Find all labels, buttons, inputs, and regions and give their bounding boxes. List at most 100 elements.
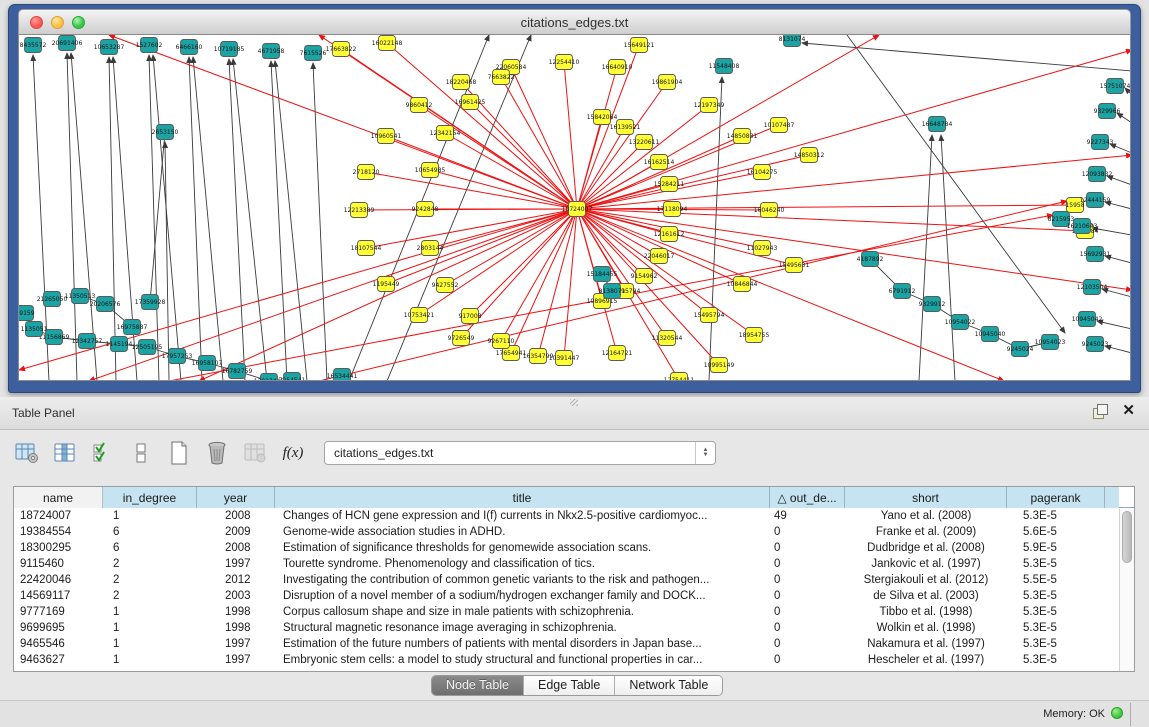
table-cell[interactable]: Nakamura et al. (1997) xyxy=(845,636,1007,652)
table-cell[interactable]: 0 xyxy=(770,540,845,556)
table-cell[interactable]: 0 xyxy=(770,620,845,636)
table-cell[interactable]: 9463627 xyxy=(14,652,103,668)
table-cell[interactable]: Franke et al. (2009) xyxy=(845,524,1007,540)
network-node[interactable]: 17957253 xyxy=(162,349,193,364)
network-canvas[interactable]: 1872400716046240110279431084684415495794… xyxy=(18,35,1131,381)
network-node[interactable]: 12197349 xyxy=(694,98,725,113)
network-node[interactable]: 12254410 xyxy=(549,55,580,70)
table-cell[interactable]: Wolkin et al. (1998) xyxy=(845,620,1007,636)
table-cell[interactable]: 9699695 xyxy=(14,620,103,636)
table-row[interactable]: 1830029562008Estimation of significance … xyxy=(14,540,1134,556)
table-chooser-dropdown[interactable]: citations_edges.txt ▲▼ xyxy=(324,441,716,465)
network-node[interactable]: 21265050 xyxy=(37,292,68,307)
network-node[interactable]: 1195449 xyxy=(373,277,400,292)
tab-edge-table[interactable]: Edge Table xyxy=(524,676,615,695)
network-node[interactable]: 1527602 xyxy=(136,38,163,53)
table-cell[interactable]: Changes of HCN gene expression and I(f) … xyxy=(275,508,770,524)
network-node[interactable]: 10654985 xyxy=(415,163,446,178)
table-cell[interactable]: 22420046 xyxy=(14,572,103,588)
table-cell[interactable]: 5.9E-5 xyxy=(1007,540,1105,556)
table-cell[interactable]: de Silva et al. (2003) xyxy=(845,588,1007,604)
float-panel-icon[interactable] xyxy=(1093,404,1108,418)
table-cell[interactable]: 6 xyxy=(103,524,197,540)
network-node[interactable]: 16640910 xyxy=(602,60,633,75)
network-node[interactable]: 17663822 xyxy=(326,42,357,57)
table-row[interactable]: 1872400712008Changes of HCN gene express… xyxy=(14,508,1134,524)
network-node[interactable]: 12093832 xyxy=(1082,167,1113,182)
table-row[interactable]: 969969511998Structural magnetic resonanc… xyxy=(14,620,1134,636)
table-cell[interactable]: 2008 xyxy=(197,540,275,556)
close-panel-icon[interactable]: ✕ xyxy=(1122,404,1135,418)
select-all-rows-button[interactable] xyxy=(90,440,116,466)
table-cell[interactable]: 2008 xyxy=(197,508,275,524)
table-cell[interactable]: Tourette syndrome. Phenomenology and cla… xyxy=(275,556,770,572)
network-node[interactable]: 8131074 xyxy=(779,35,806,47)
table-cell[interactable]: 0 xyxy=(770,636,845,652)
table-cell[interactable]: 0 xyxy=(770,556,845,572)
network-node[interactable]: 6791912 xyxy=(889,284,916,299)
network-node[interactable]: 19861904 xyxy=(652,75,683,90)
table-cell[interactable]: Genome-wide association studies in ADHD. xyxy=(275,524,770,540)
table-cell[interactable]: Tibbo et al. (1998) xyxy=(845,604,1007,620)
table-cell[interactable]: Structural magnetic resonance image aver… xyxy=(275,620,770,636)
close-window-button[interactable] xyxy=(30,16,43,29)
row-height-button[interactable] xyxy=(128,440,154,466)
minimize-window-button[interactable] xyxy=(51,16,64,29)
network-node[interactable]: 14850312 xyxy=(794,148,825,163)
network-node[interactable]: 9245023 xyxy=(1082,337,1109,352)
network-node[interactable]: 7254541 xyxy=(279,373,306,382)
network-node[interactable]: 9242848 xyxy=(412,202,439,217)
network-node[interactable]: 12103504 xyxy=(1077,280,1108,295)
table-cell[interactable]: 19384554 xyxy=(14,524,103,540)
table-cell[interactable]: Stergiakouli et al. (2012) xyxy=(845,572,1007,588)
function-builder-button[interactable]: f(x) xyxy=(280,440,306,466)
table-cell[interactable]: Embryonic stem cells: a model to study s… xyxy=(275,652,770,668)
table-cell[interactable]: 1997 xyxy=(197,556,275,572)
network-node[interactable]: 9329966 xyxy=(1094,104,1121,119)
table-row[interactable]: 946554611997Estimation of the future num… xyxy=(14,636,1134,652)
network-node[interactable]: 16648784 xyxy=(922,117,953,132)
network-node[interactable]: 10107487 xyxy=(764,118,795,133)
network-node[interactable]: 12213389 xyxy=(344,203,375,218)
network-node[interactable]: 15692931 xyxy=(1080,247,1111,262)
panel-resize-grip[interactable] xyxy=(570,399,578,406)
network-node[interactable]: 2653150 xyxy=(152,125,179,140)
network-node[interactable]: 8435572 xyxy=(20,38,47,53)
scrollbar-thumb[interactable] xyxy=(1122,511,1132,563)
network-node[interactable]: 17118094 xyxy=(657,202,688,217)
network-node[interactable]: 917008 xyxy=(459,309,482,324)
column-header-pagerank[interactable]: pagerank xyxy=(1007,487,1105,508)
table-row[interactable]: 911546021997Tourette syndrome. Phenomeno… xyxy=(14,556,1134,572)
tab-network-table[interactable]: Network Table xyxy=(615,676,722,695)
zoom-window-button[interactable] xyxy=(72,16,85,29)
network-node[interactable]: 10945042 xyxy=(1072,312,1103,327)
table-cell[interactable]: Disruption of a novel member of a sodium… xyxy=(275,588,770,604)
network-node[interactable]: 39159 xyxy=(19,306,35,321)
network-node[interactable]: 15649121 xyxy=(624,38,655,53)
table-cell[interactable]: 2 xyxy=(103,556,197,572)
network-node[interactable]: 18107544 xyxy=(351,241,382,256)
table-cell[interactable]: 5.3E-5 xyxy=(1007,652,1105,668)
table-cell[interactable]: 9777169 xyxy=(14,604,103,620)
network-node[interactable]: 16162514 xyxy=(644,155,675,170)
network-node[interactable]: 15842064 xyxy=(587,110,618,125)
table-cell[interactable]: 5.6E-5 xyxy=(1007,524,1105,540)
table-cell[interactable]: 0 xyxy=(770,652,845,668)
network-node[interactable]: 10954023 xyxy=(1035,335,1066,350)
column-visibility-button[interactable] xyxy=(52,440,78,466)
network-node[interactable]: 10719185 xyxy=(214,42,245,57)
column-header-year[interactable]: year xyxy=(197,487,275,508)
network-node[interactable]: 12754411 xyxy=(664,373,695,382)
network-node[interactable]: 12164721 xyxy=(602,346,633,361)
table-cell[interactable]: 5.3E-5 xyxy=(1007,620,1105,636)
table-cell[interactable]: 2 xyxy=(103,572,197,588)
network-node[interactable]: 11548408 xyxy=(709,59,740,74)
network-node[interactable]: 17359928 xyxy=(135,295,166,310)
table-cell[interactable]: 5.3E-5 xyxy=(1007,508,1105,524)
table-cell[interactable]: Estimation of significance thresholds fo… xyxy=(275,540,770,556)
network-node[interactable]: 9227343 xyxy=(1087,135,1114,150)
network-node[interactable]: 9245024 xyxy=(1007,342,1034,357)
table-cell[interactable]: 49 xyxy=(770,508,845,524)
table-cell[interactable]: Estimation of the future numbers of pati… xyxy=(275,636,770,652)
column-header-in_degree[interactable]: in_degree xyxy=(103,487,197,508)
